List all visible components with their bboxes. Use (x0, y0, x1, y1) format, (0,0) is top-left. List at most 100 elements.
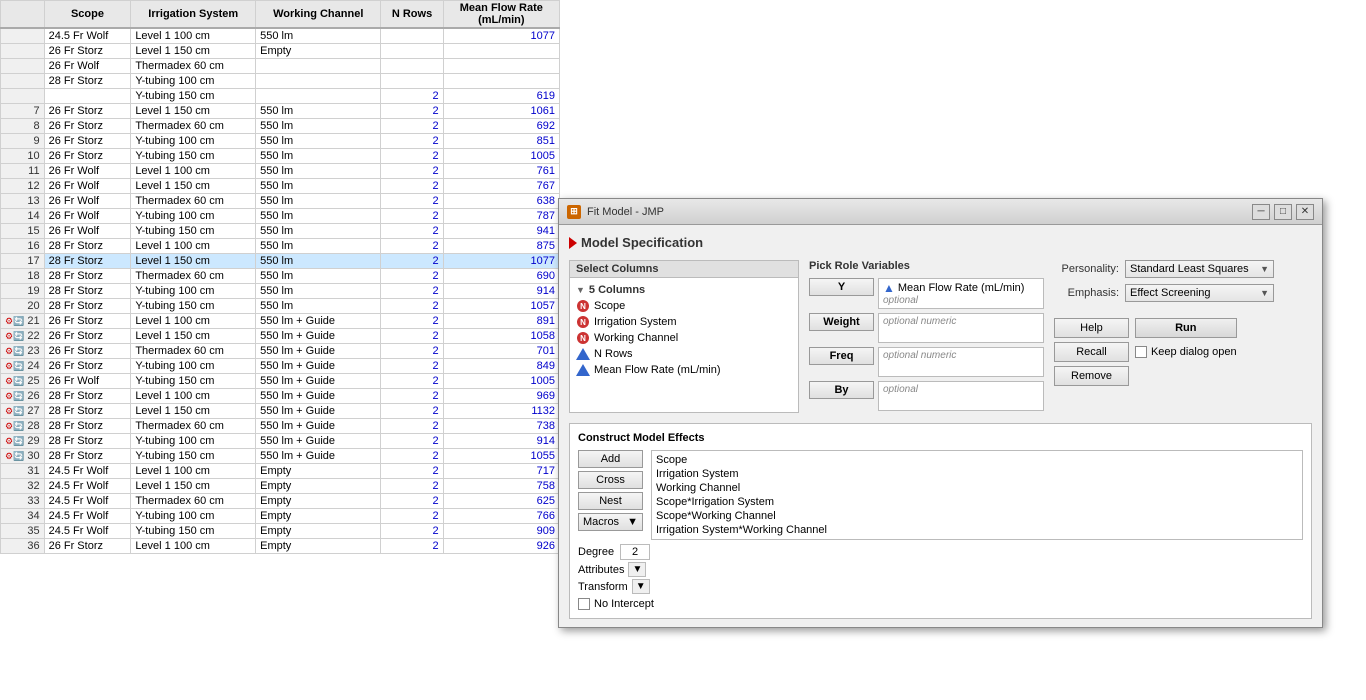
table-row[interactable]: 1426 Fr WolfY-tubing 100 cm550 lm2787 (1, 209, 560, 224)
dialog-controls[interactable]: ─ □ ✕ (1252, 204, 1314, 220)
cell-channel: 550 lm (256, 179, 381, 194)
add-button[interactable]: Add (578, 450, 643, 468)
cell-scope: 26 Fr Storz (44, 344, 131, 359)
by-role-button[interactable]: By (809, 381, 874, 399)
table-row[interactable]: ⚙🔄 2728 Fr StorzLevel 1 150 cm550 lm + G… (1, 404, 560, 419)
degree-input[interactable] (620, 544, 650, 560)
remove-button[interactable]: Remove (1054, 366, 1129, 386)
freq-role-button[interactable]: Freq (809, 347, 874, 365)
col-header-scope[interactable]: Scope (44, 1, 131, 29)
collapse-triangle-icon[interactable] (569, 237, 577, 249)
columns-count-item[interactable]: ▼ 5 Columns (574, 282, 794, 298)
col-item-irrigation[interactable]: N Irrigation System (574, 314, 794, 330)
table-row[interactable]: Y-tubing 150 cm2619 (1, 89, 560, 104)
table-row[interactable]: 3626 Fr StorzLevel 1 100 cmEmpty2926 (1, 539, 560, 554)
cell-irrigation: Level 1 150 cm (131, 479, 256, 494)
table-row[interactable]: 926 Fr StorzY-tubing 100 cm550 lm2851 (1, 134, 560, 149)
table-row[interactable]: 3224.5 Fr WolfLevel 1 150 cmEmpty2758 (1, 479, 560, 494)
personality-dropdown[interactable]: Standard Least Squares ▼ (1125, 260, 1274, 278)
table-row[interactable]: 26 Fr StorzLevel 1 150 cmEmpty (1, 44, 560, 59)
weight-role-button[interactable]: Weight (809, 313, 874, 331)
col-item-nrows[interactable]: N Rows (574, 346, 794, 362)
col-header-rownum (1, 1, 45, 29)
effect-item[interactable]: Scope*Irrigation System (656, 495, 1298, 509)
run-button[interactable]: Run (1135, 318, 1237, 338)
table-row[interactable]: ⚙🔄 2928 Fr StorzY-tubing 100 cm550 lm + … (1, 434, 560, 449)
table-row[interactable]: 1628 Fr StorzLevel 1 100 cm550 lm2875 (1, 239, 560, 254)
freq-role-field[interactable]: optional numeric (878, 347, 1044, 377)
effect-item[interactable]: Irrigation System (656, 467, 1298, 481)
cross-button[interactable]: Cross (578, 471, 643, 489)
row-number-cell: 32 (1, 479, 45, 494)
cell-nrows: 2 (381, 179, 443, 194)
effect-item[interactable]: Scope*Working Channel (656, 509, 1298, 523)
col-header-flow[interactable]: Mean Flow Rate(mL/min) (443, 1, 559, 29)
emphasis-dropdown[interactable]: Effect Screening ▼ (1125, 284, 1274, 302)
table-row[interactable]: 1828 Fr StorzThermadex 60 cm550 lm2690 (1, 269, 560, 284)
table-row[interactable]: 3324.5 Fr WolfThermadex 60 cmEmpty2625 (1, 494, 560, 509)
table-row[interactable]: 2028 Fr StorzY-tubing 150 cm550 lm21057 (1, 299, 560, 314)
col-header-channel[interactable]: Working Channel (256, 1, 381, 29)
macros-button[interactable]: Macros ▼ (578, 513, 643, 531)
cell-scope: 28 Fr Storz (44, 254, 131, 269)
by-role-field[interactable]: optional (878, 381, 1044, 411)
effect-item[interactable]: Working Channel (656, 481, 1298, 495)
table-row[interactable]: 826 Fr StorzThermadex 60 cm550 lm2692 (1, 119, 560, 134)
table-row[interactable]: 1126 Fr WolfLevel 1 100 cm550 lm2761 (1, 164, 560, 179)
table-row[interactable]: 3524.5 Fr WolfY-tubing 150 cmEmpty2909 (1, 524, 560, 539)
row-number-cell: 31 (1, 464, 45, 479)
table-row[interactable]: 726 Fr StorzLevel 1 150 cm550 lm21061 (1, 104, 560, 119)
minimize-button[interactable]: ─ (1252, 204, 1270, 220)
row-number-cell: 7 (1, 104, 45, 119)
keep-dialog-checkbox[interactable] (1135, 346, 1147, 358)
table-row[interactable]: ⚙🔄 2326 Fr StorzThermadex 60 cm550 lm + … (1, 344, 560, 359)
y-role-button[interactable]: Y (809, 278, 874, 296)
cell-channel: 550 lm + Guide (256, 344, 381, 359)
cell-channel: 550 lm (256, 284, 381, 299)
table-row[interactable]: ⚙🔄 2126 Fr StorzLevel 1 100 cm550 lm + G… (1, 314, 560, 329)
table-row[interactable]: 3424.5 Fr WolfY-tubing 100 cmEmpty2766 (1, 509, 560, 524)
col-header-irrigation[interactable]: Irrigation System (131, 1, 256, 29)
cell-nrows: 2 (381, 389, 443, 404)
cell-irrigation: Y-tubing 100 cm (131, 209, 256, 224)
cell-irrigation: Y-tubing 100 cm (131, 284, 256, 299)
close-button[interactable]: ✕ (1296, 204, 1314, 220)
table-row[interactable]: ⚙🔄 3028 Fr StorzY-tubing 150 cm550 lm + … (1, 449, 560, 464)
col-item-scope[interactable]: N Scope (574, 298, 794, 314)
attributes-dropdown[interactable]: ▼ (628, 562, 646, 577)
row-number-cell: ⚙🔄 30 (1, 449, 45, 464)
cell-nrows: 2 (381, 269, 443, 284)
col-item-flow[interactable]: Mean Flow Rate (mL/min) (574, 362, 794, 378)
table-row[interactable]: 24.5 Fr WolfLevel 1 100 cm550 lm1077 (1, 28, 560, 44)
table-row[interactable]: 28 Fr StorzY-tubing 100 cm (1, 74, 560, 89)
table-row[interactable]: ⚙🔄 2628 Fr StorzLevel 1 100 cm550 lm + G… (1, 389, 560, 404)
maximize-button[interactable]: □ (1274, 204, 1292, 220)
table-row[interactable]: ⚙🔄 2828 Fr StorzThermadex 60 cm550 lm + … (1, 419, 560, 434)
table-row[interactable]: ⚙🔄 2226 Fr StorzLevel 1 150 cm550 lm + G… (1, 329, 560, 344)
transform-dropdown[interactable]: ▼ (632, 579, 650, 594)
recall-button[interactable]: Recall (1054, 342, 1129, 362)
help-button[interactable]: Help (1054, 318, 1129, 338)
table-row[interactable]: ⚙🔄 2426 Fr StorzY-tubing 100 cm550 lm + … (1, 359, 560, 374)
table-row[interactable]: 1326 Fr WolfThermadex 60 cm550 lm2638 (1, 194, 560, 209)
col-item-channel[interactable]: N Working Channel (574, 330, 794, 346)
weight-role-field[interactable]: optional numeric (878, 313, 1044, 343)
table-row[interactable]: ⚙🔄 2526 Fr WolfY-tubing 150 cm550 lm + G… (1, 374, 560, 389)
col-header-nrows[interactable]: N Rows (381, 1, 443, 29)
cell-nrows: 2 (381, 149, 443, 164)
table-row[interactable]: 1728 Fr StorzLevel 1 150 cm550 lm21077 (1, 254, 560, 269)
no-intercept-checkbox[interactable] (578, 598, 590, 610)
effect-item[interactable]: Irrigation System*Working Channel (656, 523, 1298, 537)
table-row[interactable]: 26 Fr WolfThermadex 60 cm (1, 59, 560, 74)
cell-irrigation: Level 1 150 cm (131, 254, 256, 269)
table-row[interactable]: 1526 Fr WolfY-tubing 150 cm550 lm2941 (1, 224, 560, 239)
table-row[interactable]: 1226 Fr WolfLevel 1 150 cm550 lm2767 (1, 179, 560, 194)
table-row[interactable]: 3124.5 Fr WolfLevel 1 100 cmEmpty2717 (1, 464, 560, 479)
cell-flow: 625 (443, 494, 559, 509)
y-role-field[interactable]: ▲ Mean Flow Rate (mL/min) optional (878, 278, 1044, 309)
table-row[interactable]: 1026 Fr StorzY-tubing 150 cm550 lm21005 (1, 149, 560, 164)
table-row[interactable]: 1928 Fr StorzY-tubing 100 cm550 lm2914 (1, 284, 560, 299)
effect-item[interactable]: Scope (656, 453, 1298, 467)
y-field-triangle-icon: ▲ (883, 281, 895, 295)
nest-button[interactable]: Nest (578, 492, 643, 510)
